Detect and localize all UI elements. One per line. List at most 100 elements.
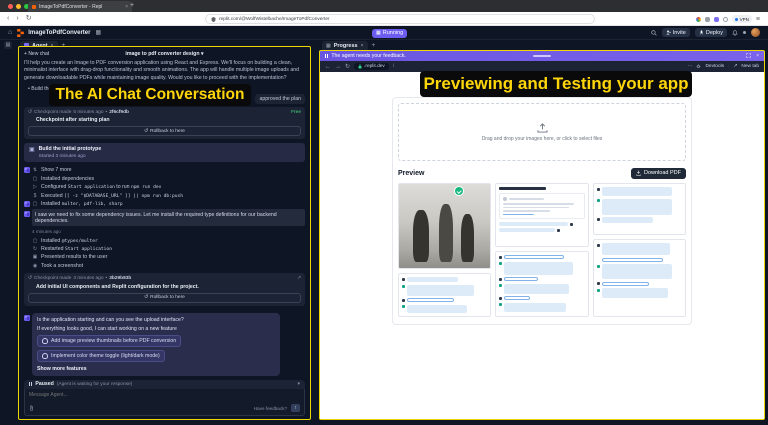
task-title: Build the initial prototype (38, 146, 102, 153)
chat-bubble (504, 283, 570, 294)
home-icon[interactable]: ⌂ (8, 29, 12, 36)
download-pdf-button[interactable]: Download PDF (631, 167, 686, 179)
url-text: replit.com/@WolfWistelbache/ImageToPdfCo… (219, 16, 330, 22)
show-more-row[interactable]: ⇅ Show 7 more (24, 166, 305, 174)
task-card[interactable]: ▣ Build the initial prototype Started 3 … (24, 143, 305, 162)
free-badge: Free (291, 109, 301, 115)
devtools-bug-icon[interactable] (696, 64, 701, 69)
running-badge[interactable]: ▦ Running (372, 28, 408, 38)
activity-row: ◉ Took a screenshot (32, 262, 84, 269)
search-icon[interactable] (650, 29, 657, 36)
deploy-button[interactable]: Deploy (694, 28, 727, 37)
url-bar[interactable]: replit.com/@WolfWistelbache/ImageToPdfCo… (205, 14, 595, 24)
chat-bubble (601, 217, 653, 223)
close-icon[interactable]: × (756, 53, 759, 59)
browser-tab[interactable]: ImageToPdfConverter - Repl × (28, 1, 132, 12)
back-icon[interactable]: ‹ (7, 12, 9, 26)
suggestion-chip[interactable]: Implement color theme toggle (light/dark… (37, 349, 165, 362)
forward-icon[interactable]: → (335, 64, 341, 70)
chat-title[interactable]: image to pdf converter design ▾ (19, 51, 310, 57)
devtools-label[interactable]: Devtools (705, 64, 724, 69)
browser-tab-title: ImageToPdfConverter - Repl (39, 3, 103, 10)
suggestion-chip[interactable]: Add image preview thumbnails before PDF … (37, 334, 182, 347)
vpn-badge[interactable]: VPN (731, 15, 752, 23)
chat-bubble (601, 288, 669, 298)
activity-row: ▢ Installed @types/multer (32, 237, 98, 244)
rollback-button[interactable]: ↺ Rollback to here (28, 292, 301, 303)
tab-close-icon[interactable]: × (125, 4, 128, 10)
task-subtitle: Started 3 minutes ago (38, 153, 86, 159)
agent-panel: The AI Chat Conversation + New chat imag… (18, 46, 311, 420)
project-name[interactable]: ImageToPdfConverter (28, 30, 90, 36)
extension-icon[interactable] (695, 16, 701, 22)
chat-bubble (504, 302, 566, 312)
close-icon[interactable]: × (361, 43, 364, 49)
checkpoint-hash[interactable]: 3b29b83b (109, 276, 131, 281)
assistant-icon (402, 305, 405, 308)
extension-icon[interactable] (704, 16, 710, 22)
reload-icon[interactable]: ↻ (26, 12, 32, 26)
extension-icon[interactable] (722, 16, 728, 22)
show-more-features[interactable]: Show more features (37, 366, 275, 372)
agent-avatar (24, 201, 30, 208)
send-button[interactable]: ↑ (291, 404, 300, 413)
workspace-header: ⌂ ImageToPdfConverter ▦ ▦ Running Invite… (0, 26, 768, 40)
rollback-icon: ↺ (144, 295, 149, 301)
layout-grid-icon[interactable]: ▦ (95, 29, 101, 36)
forward-icon[interactable]: › (16, 12, 18, 26)
thumbnail-chat[interactable] (398, 273, 492, 317)
replit-favicon (32, 4, 36, 9)
rollback-button[interactable]: ↺ Rollback to here (28, 126, 301, 137)
webview-url-chip[interactable]: .replit.dev (354, 62, 389, 71)
post-line (503, 206, 570, 209)
thumbnail-post[interactable] (495, 183, 589, 247)
dot-sep: • (105, 109, 108, 115)
paperclip-icon[interactable] (29, 405, 34, 411)
thumbnail-chat[interactable] (592, 239, 686, 317)
files-icon[interactable]: ▤ (4, 41, 12, 49)
refresh-icon[interactable]: ↻ (345, 63, 350, 70)
share-icon[interactable]: ↗ (297, 276, 301, 281)
webview-host: .replit.dev (364, 64, 385, 69)
external-link-icon[interactable]: ↗ (733, 64, 737, 69)
user-icon (402, 277, 405, 281)
invite-button[interactable]: Invite (661, 28, 690, 37)
message-input-area: Have feedback? ↑ (24, 389, 305, 417)
tools-grid-icon: ▦ (376, 30, 381, 36)
message-input[interactable] (29, 392, 300, 399)
extension-icon[interactable] (713, 16, 719, 22)
user-avatar[interactable] (751, 28, 760, 37)
traffic-light-close[interactable] (8, 3, 13, 9)
note-timestamp: 4 minutes ago (32, 229, 61, 235)
add-tab-icon[interactable]: + (372, 42, 376, 49)
photo-figure (461, 214, 474, 262)
checkpoint-hash[interactable]: 2f6cf9db (109, 110, 129, 115)
chevron-down-icon[interactable]: ▾ (297, 381, 300, 387)
activity-row: ▣ Presented results to the user (32, 254, 108, 261)
agent-avatar (24, 167, 30, 174)
new-tab-button[interactable]: + (130, 2, 134, 9)
link-pill (504, 277, 539, 281)
download-icon (636, 170, 641, 176)
bell-icon[interactable] (732, 29, 738, 36)
progress-tab-label: Progress (333, 42, 358, 49)
checkpoint-time: 3 minutes ago (73, 276, 104, 282)
browser-menu-icon[interactable]: ≡ (756, 16, 760, 23)
back-icon[interactable]: ← (325, 64, 331, 70)
annotation-right: Previewing and Testing your app (420, 71, 692, 97)
feedback-link[interactable]: Have feedback? (254, 406, 287, 411)
expand-icon[interactable] (746, 53, 751, 58)
new-tab-label[interactable]: New tab (741, 64, 759, 69)
agent-avatar (24, 211, 30, 218)
upload-dropzone[interactable]: Drag and drop your images here, or click… (398, 103, 686, 161)
thumbnail-chat[interactable] (495, 251, 589, 317)
more-icon[interactable]: ⋯ (688, 64, 693, 69)
tab-progress[interactable]: ▦ Progress × (322, 41, 368, 50)
user-icon (499, 255, 503, 259)
thumbnail-chat[interactable] (592, 183, 686, 235)
thumbnail-photo[interactable] (398, 183, 492, 269)
paused-bar[interactable]: Paused (Agent is waiting for your respon… (24, 379, 305, 390)
drag-handle[interactable] (533, 55, 551, 57)
traffic-light-minimize[interactable] (16, 3, 21, 9)
chat-bubble (407, 304, 467, 313)
